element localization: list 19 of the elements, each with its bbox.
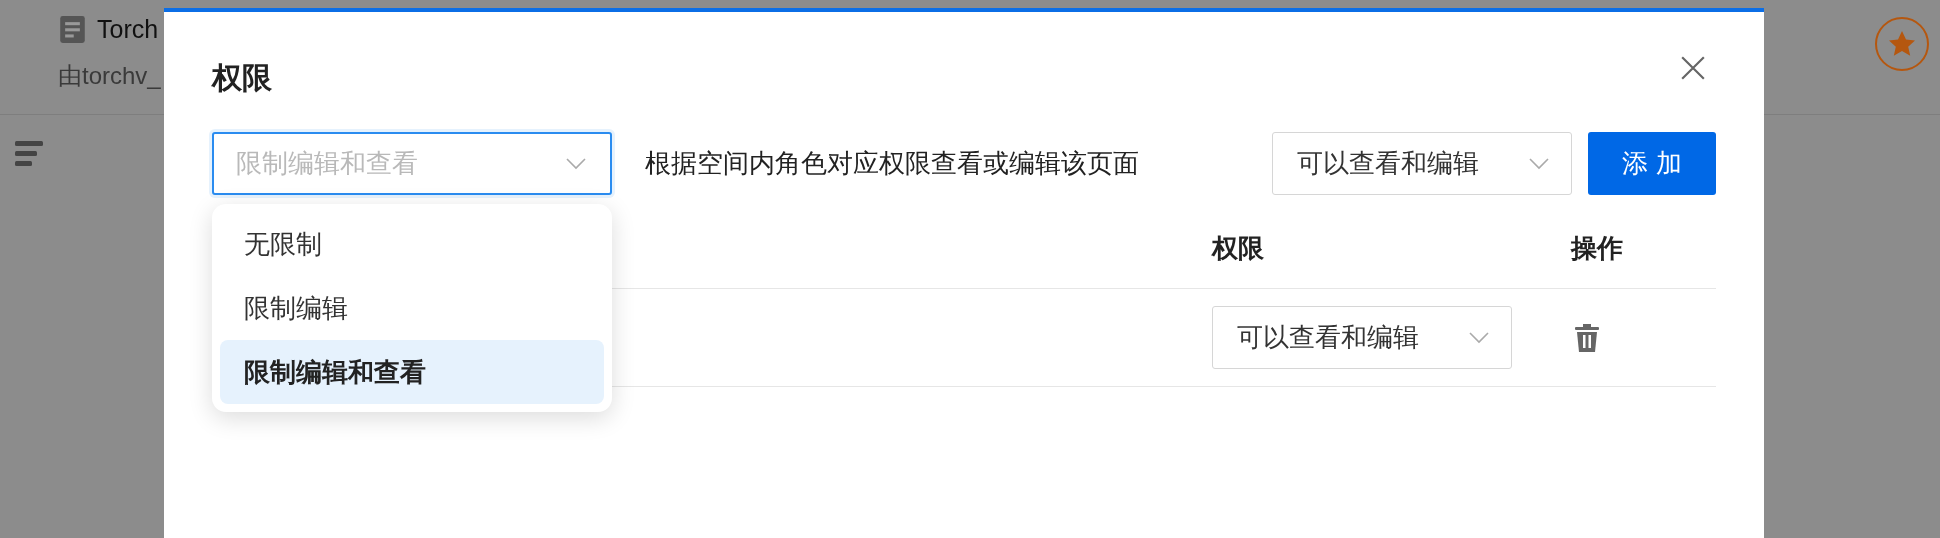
trash-icon[interactable] [1575,322,1599,353]
permission-select[interactable]: 可以查看和编辑 [1212,306,1512,369]
menu-option[interactable]: 无限制 [220,212,604,276]
menu-option[interactable]: 限制编辑和查看 [220,340,604,404]
author-text: 由torchv_ [58,61,161,91]
chevron-icon [1469,331,1489,344]
document-icon [60,15,85,43]
role-select[interactable]: 可以查看和编辑 [1272,132,1572,195]
add-button[interactable]: 添 加 [1588,132,1716,195]
menu-option[interactable]: 限制编辑 [220,276,604,340]
close-icon[interactable] [1680,55,1706,81]
outline-icon[interactable] [15,141,43,167]
column-header: 权限 [1212,232,1265,265]
document-title: Torch [97,14,159,44]
dialog-title: 权限 [212,60,272,96]
description-text: 根据空间内角色对应权限查看或编辑该页面 [645,147,1140,180]
column-header: 操作 [1571,232,1624,265]
chevron-icon [566,157,586,170]
chevron-icon [1529,157,1549,170]
